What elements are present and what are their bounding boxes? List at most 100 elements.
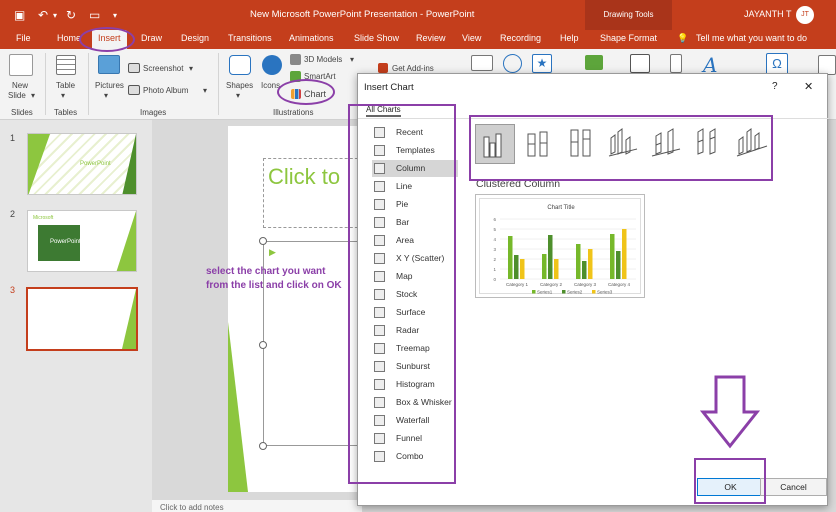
table-label[interactable]: Table	[56, 81, 75, 90]
avatar[interactable]: JT	[796, 6, 814, 24]
bullet-icon: ▶	[269, 247, 276, 257]
x-tick-label: Category 2	[540, 282, 563, 287]
pictures-label[interactable]: Pictures	[95, 81, 124, 90]
store-icon[interactable]	[378, 63, 388, 73]
chart-button-highlight	[277, 79, 335, 105]
tab-animations[interactable]: Animations	[289, 33, 334, 43]
chart-bar	[554, 259, 559, 279]
get-addins-label[interactable]: Get Add-ins	[392, 64, 434, 73]
tab-view[interactable]: View	[462, 33, 481, 43]
undo-dropdown-icon[interactable]: ▾	[53, 11, 57, 20]
resize-handle[interactable]	[259, 442, 267, 450]
resize-handle[interactable]	[259, 237, 267, 245]
action-icon[interactable]: ★	[532, 54, 552, 73]
new-slide-label-2[interactable]: Slide	[8, 91, 26, 100]
legend-entry: Series3	[597, 290, 613, 295]
tab-recording[interactable]: Recording	[500, 33, 541, 43]
down-arrow-icon	[700, 375, 760, 449]
new-slide-label[interactable]: New	[12, 81, 28, 90]
chevron-down-icon[interactable]: ▾	[203, 86, 207, 95]
chart-preview[interactable]: Chart Title 6 5 4 3 2 1 0 Category 1 Category 2 Ca…	[475, 194, 645, 298]
link-icon[interactable]	[471, 55, 493, 71]
globe-icon[interactable]	[503, 54, 522, 73]
icons-icon[interactable]	[262, 55, 282, 75]
screenshot-label[interactable]: Screenshot	[143, 64, 183, 73]
photo-album-icon[interactable]	[128, 85, 140, 95]
chart-bar	[514, 255, 519, 279]
title-bar: ▣ ↶ ▾ ↻ ▭ ▾ New Microsoft PowerPoint Pre…	[0, 0, 836, 30]
shapes-label[interactable]: Shapes	[226, 81, 253, 90]
redo-icon[interactable]: ↻	[66, 8, 76, 22]
textbox-icon[interactable]	[630, 54, 650, 73]
context-tab-label: Drawing Tools	[585, 0, 672, 30]
pictures-icon[interactable]	[98, 55, 120, 74]
x-tick-label: Category 1	[506, 282, 529, 287]
media-icon[interactable]	[818, 55, 836, 75]
resize-handle[interactable]	[259, 341, 267, 349]
slide-thumbnail[interactable]: PowerPoint	[27, 133, 137, 195]
user-name[interactable]: JAYANTH T	[744, 9, 792, 19]
divider	[218, 53, 219, 115]
tab-transitions[interactable]: Transitions	[228, 33, 272, 43]
symbol-icon[interactable]: Ω	[766, 53, 788, 75]
thumb-small-text: Microsoft	[33, 215, 54, 221]
new-slide-icon[interactable]	[9, 54, 33, 76]
help-button[interactable]: ?	[772, 81, 778, 92]
table-icon[interactable]	[56, 55, 76, 75]
slide-decoration	[122, 134, 136, 194]
y-tick-label: 5	[493, 227, 496, 232]
tab-slide-show[interactable]: Slide Show	[354, 33, 399, 43]
chevron-down-icon[interactable]: ▾	[189, 64, 193, 73]
group-slides-label: Slides	[11, 108, 33, 117]
3d-models-label[interactable]: 3D Models	[304, 55, 342, 64]
close-button[interactable]: ✕	[804, 80, 813, 93]
tab-shape-format[interactable]: Shape Format	[600, 33, 657, 43]
chevron-down-icon[interactable]: ▾	[350, 55, 354, 64]
x-tick-label: Category 3	[574, 282, 597, 287]
y-tick-label: 6	[493, 217, 496, 222]
tab-review[interactable]: Review	[416, 33, 446, 43]
shapes-icon[interactable]	[229, 55, 251, 75]
legend-swatch	[592, 290, 596, 294]
slide-thumbnail[interactable]: Microsoft PowerPoint	[27, 210, 137, 272]
undo-icon[interactable]: ↶	[38, 8, 48, 22]
header-footer-icon[interactable]	[670, 54, 682, 73]
y-tick-label: 1	[493, 267, 496, 272]
chart-bar	[520, 259, 525, 279]
thumb-title: PowerPoint	[50, 239, 81, 245]
save-icon[interactable]: ▣	[14, 8, 25, 22]
chart-bar	[508, 236, 513, 279]
customize-toolbar-icon[interactable]: ▾	[113, 11, 117, 20]
notes-pane[interactable]: Click to add notes	[152, 500, 362, 512]
chevron-down-icon[interactable]: ▾	[61, 91, 65, 100]
3d-models-icon[interactable]	[290, 54, 301, 65]
tab-design[interactable]: Design	[181, 33, 209, 43]
photo-album-label[interactable]: Photo Album	[143, 86, 188, 95]
slide-thumbnail-selected[interactable]	[26, 287, 138, 351]
slide-decoration	[28, 134, 50, 194]
title-placeholder-text: Click to	[268, 164, 341, 189]
chevron-down-icon[interactable]: ▾	[31, 91, 35, 100]
group-tables-label: Tables	[54, 108, 78, 117]
cancel-button[interactable]: Cancel	[760, 478, 827, 496]
subtype-highlight	[469, 115, 773, 181]
comment-icon[interactable]	[585, 55, 603, 70]
slide-decoration	[122, 289, 136, 349]
chevron-down-icon[interactable]: ▾	[104, 91, 108, 100]
tab-help[interactable]: Help	[560, 33, 579, 43]
tab-file[interactable]: File	[16, 33, 31, 43]
chart-bar	[610, 234, 615, 279]
wordart-icon[interactable]: A	[703, 53, 723, 77]
slide-number: 3	[10, 285, 16, 295]
chart-bar	[588, 249, 593, 279]
tab-draw[interactable]: Draw	[141, 33, 162, 43]
tell-me-search[interactable]: Tell me what you want to do	[696, 33, 807, 43]
screenshot-icon[interactable]	[128, 63, 140, 73]
chart-bar	[582, 261, 587, 279]
present-icon[interactable]: ▭	[89, 8, 100, 22]
chevron-down-icon[interactable]: ▾	[236, 91, 240, 100]
tab-home[interactable]: Home	[57, 33, 81, 43]
chart-bar	[542, 254, 547, 279]
group-images-label: Images	[140, 108, 167, 117]
current-slide[interactable]: Click to ▶	[228, 126, 363, 492]
